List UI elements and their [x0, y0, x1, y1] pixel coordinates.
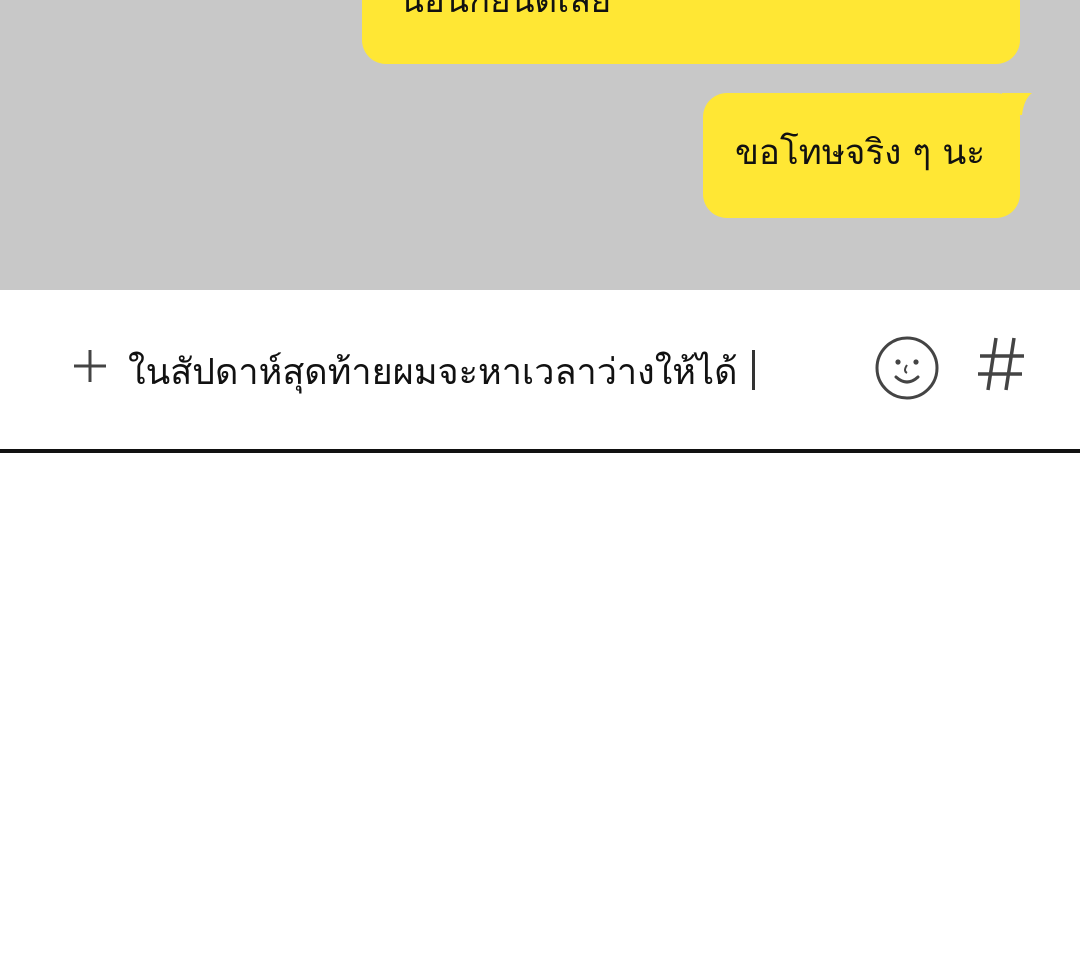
message-composer: ในสัปดาห์สุดท้ายผมจะหาเวลาว่างให้ได้ [0, 290, 1080, 453]
message-list[interactable]: น้อนก็ยินดีเลย ขอโทษจริง ๆ นะ [0, 0, 1080, 290]
outgoing-message-bubble[interactable]: น้อนก็ยินดีเลย [362, 0, 1020, 64]
message-text: น้อนก็ยินดีเลย [400, 0, 612, 21]
plus-icon [74, 350, 106, 382]
hashtag-button[interactable] [976, 336, 1026, 392]
message-input[interactable]: ในสัปดาห์สุดท้ายผมจะหาเวลาว่างให้ได้ [128, 350, 755, 394]
message-text: ขอโทษจริง ๆ นะ [735, 133, 986, 173]
text-caret [751, 350, 755, 390]
outgoing-message-bubble[interactable]: ขอโทษจริง ๆ นะ [703, 93, 1032, 218]
emoji-button[interactable] [874, 335, 940, 401]
bubble-tail [1002, 93, 1032, 115]
chat-screen: น้อนก็ยินดีเลย ขอโทษจริง ๆ นะ ในสัปดาห์ส… [0, 0, 1080, 958]
hashtag-icon [978, 337, 1024, 391]
message-input-value: ในสัปดาห์สุดท้ายผมจะหาเวลาว่างให้ได้ [128, 352, 738, 393]
attach-button[interactable] [72, 348, 108, 384]
smiley-icon [875, 336, 939, 400]
